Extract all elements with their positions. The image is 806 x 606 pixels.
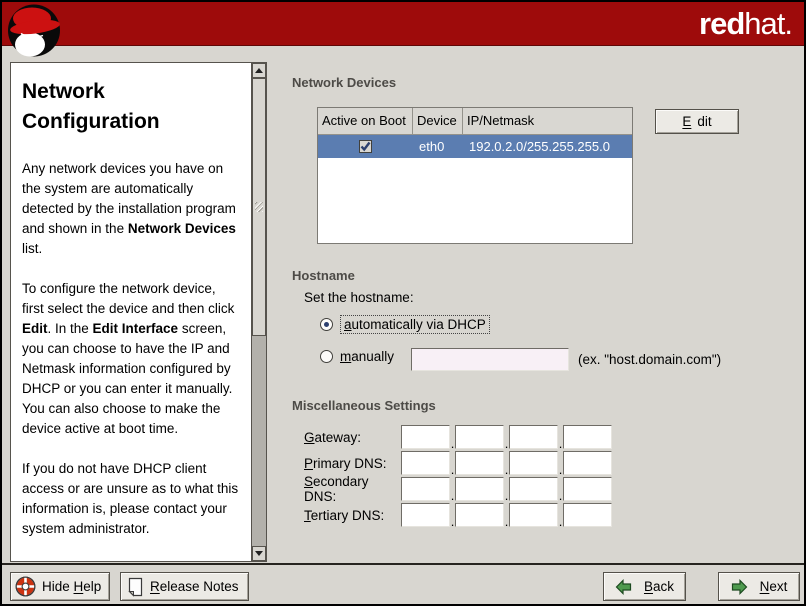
- secondary-dns-octet-1[interactable]: [401, 477, 450, 501]
- release-notes-label: Release Notes: [150, 579, 239, 594]
- arrow-right-icon: [731, 579, 748, 595]
- release-notes-button[interactable]: Release Notes: [120, 572, 249, 601]
- gateway-octet-2[interactable]: [455, 425, 504, 449]
- brand-hat: hat.: [744, 6, 792, 41]
- arrow-down-icon: [255, 551, 263, 556]
- secondary-dns-octet-4[interactable]: [563, 477, 612, 501]
- primary-dns-row: Primary DNS: . . .: [304, 451, 612, 475]
- tertiary-dns-octet-3[interactable]: [509, 503, 558, 527]
- life-ring-icon: [15, 576, 36, 597]
- hostname-heading: Hostname: [292, 268, 355, 283]
- auto-dhcp-radio[interactable]: [320, 318, 333, 331]
- help-paragraph: Any network devices you have on the syst…: [22, 159, 241, 259]
- document-icon: [127, 577, 144, 597]
- help-panel: Network Configuration Any network device…: [10, 62, 267, 562]
- column-header-device[interactable]: Device: [413, 108, 463, 134]
- tertiary-dns-octet-1[interactable]: [401, 503, 450, 527]
- help-text: Network Configuration Any network device…: [11, 63, 251, 561]
- tertiary-dns-label: Tertiary DNS:: [304, 508, 401, 523]
- help-scrollbar[interactable]: [251, 63, 266, 561]
- column-header-active-on-boot[interactable]: Active on Boot: [318, 108, 413, 134]
- primary-dns-octet-4[interactable]: [563, 451, 612, 475]
- gateway-row: Gateway: . . .: [304, 425, 612, 449]
- scroll-up-button[interactable]: [252, 63, 266, 78]
- secondary-dns-octet-3[interactable]: [509, 477, 558, 501]
- hide-help-label: Hide Help: [42, 579, 101, 594]
- back-label: Back: [644, 579, 674, 594]
- primary-dns-octet-3[interactable]: [509, 451, 558, 475]
- edit-button[interactable]: Edit: [655, 109, 739, 134]
- active-on-boot-checkbox[interactable]: [359, 140, 372, 153]
- scrollbar-grip-icon: [255, 202, 263, 212]
- misc-settings-heading: Miscellaneous Settings: [292, 398, 436, 413]
- auto-dhcp-label[interactable]: automatically via DHCP: [340, 315, 490, 334]
- table-row-eth0[interactable]: eth0 192.0.2.0/255.255.255.0: [318, 135, 632, 158]
- primary-dns-octet-2[interactable]: [455, 451, 504, 475]
- brand-red: red: [699, 6, 744, 41]
- gateway-octet-1[interactable]: [401, 425, 450, 449]
- hostname-manual-option: manually: [320, 349, 394, 364]
- arrow-left-icon: [615, 579, 632, 595]
- secondary-dns-octet-2[interactable]: [455, 477, 504, 501]
- tertiary-dns-row: Tertiary DNS: . . .: [304, 503, 612, 527]
- secondary-dns-row: Secondary DNS: . . .: [304, 477, 612, 501]
- hide-help-button[interactable]: Hide Help: [10, 572, 110, 601]
- scroll-down-button[interactable]: [252, 546, 266, 561]
- misc-settings-grid: Gateway: . . . Primary DNS: . . . Second…: [304, 425, 612, 529]
- secondary-dns-label: Secondary DNS:: [304, 474, 401, 504]
- tertiary-dns-octet-4[interactable]: [563, 503, 612, 527]
- arrow-up-icon: [255, 68, 263, 73]
- next-label: Next: [760, 579, 788, 594]
- next-button[interactable]: Next: [718, 572, 800, 601]
- help-paragraph: To configure the network device, first s…: [22, 279, 241, 439]
- redhat-shadowman-logo-icon: [7, 3, 61, 58]
- primary-dns-label: Primary DNS:: [304, 456, 401, 471]
- tertiary-dns-octet-2[interactable]: [455, 503, 504, 527]
- ip-netmask-cell: 192.0.2.0/255.255.255.0: [463, 139, 632, 154]
- hostname-hint: (ex. "host.domain.com"): [578, 352, 721, 367]
- help-paragraph: If you do not have DHCP client access or…: [22, 459, 241, 539]
- hostname-input[interactable]: [411, 348, 569, 371]
- hostname-auto-option: automatically via DHCP: [320, 315, 490, 334]
- gateway-octet-4[interactable]: [563, 425, 612, 449]
- manual-label[interactable]: manually: [340, 349, 394, 364]
- title-banner: redhat.: [2, 2, 804, 46]
- primary-dns-octet-1[interactable]: [401, 451, 450, 475]
- table-header-row: Active on Boot Device IP/Netmask: [318, 108, 632, 135]
- back-button[interactable]: Back: [603, 572, 686, 601]
- gateway-octet-3[interactable]: [509, 425, 558, 449]
- checkmark-icon: [360, 141, 371, 152]
- network-devices-heading: Network Devices: [292, 75, 396, 90]
- gateway-label: Gateway:: [304, 430, 401, 445]
- installer-window: redhat. Network Configuration Any networ…: [0, 0, 806, 606]
- redhat-wordmark: redhat.: [699, 6, 792, 42]
- scrollbar-thumb[interactable]: [252, 78, 266, 336]
- help-title: Network Configuration: [22, 77, 202, 137]
- device-cell: eth0: [413, 139, 463, 154]
- manual-radio[interactable]: [320, 350, 333, 363]
- bottom-button-bar: Hide Help Release Notes Back Next: [2, 563, 804, 604]
- set-hostname-label: Set the hostname:: [304, 290, 414, 305]
- column-header-ip-netmask[interactable]: IP/Netmask: [463, 108, 632, 134]
- network-devices-table: Active on Boot Device IP/Netmask eth0 19…: [317, 107, 633, 244]
